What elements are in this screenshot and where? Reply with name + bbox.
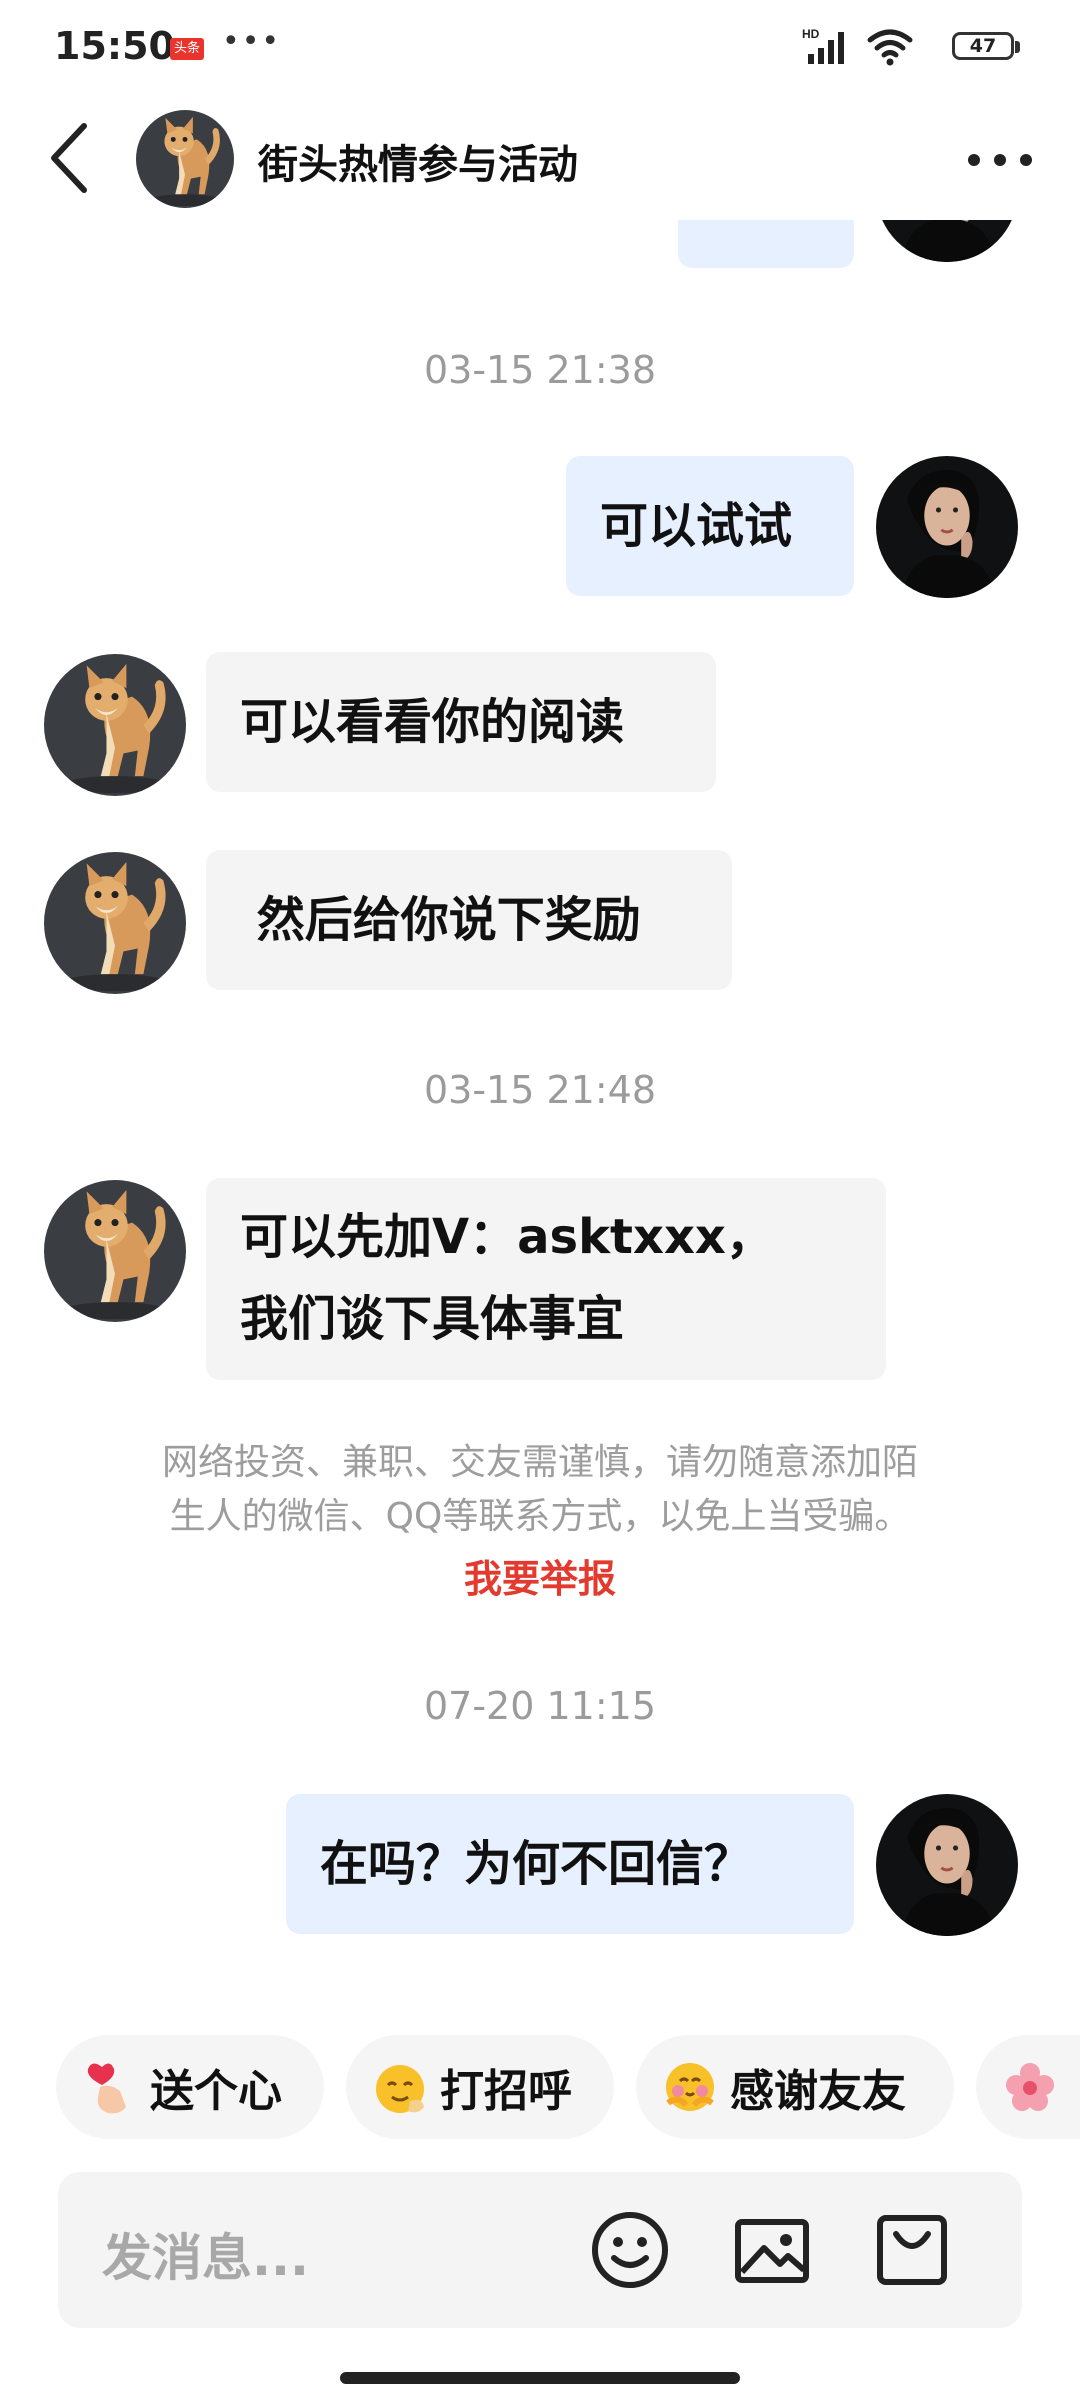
quick-reply-greet[interactable]: 打招呼: [346, 2035, 614, 2139]
battery-icon: 47: [952, 32, 1020, 60]
quick-reply-label: 感谢友友: [730, 2066, 906, 2117]
shop-bag-icon[interactable]: [870, 2208, 954, 2292]
more-notifications-icon: •••: [222, 24, 282, 59]
warning-line: 网络投资、兼职、交友需谨慎，请勿随意添加陌: [161, 1442, 918, 1483]
message-line: 可以先加V：asktxxx，: [240, 1209, 774, 1265]
timestamp: 03-15 21:38: [423, 348, 656, 392]
wave-emoji-icon: [376, 2065, 424, 2113]
more-options-icon[interactable]: [960, 130, 1040, 190]
signal-icon: HD: [802, 27, 844, 64]
message-line: 我们谈下具体事宜: [240, 1291, 625, 1347]
message-bubble-outgoing[interactable]: 可以试试: [566, 456, 854, 596]
chat-title[interactable]: 街头热情参与活动: [258, 132, 578, 190]
message-input[interactable]: 发消息...: [102, 2218, 309, 2290]
quick-reply-flower[interactable]: [976, 2035, 1080, 2139]
quick-reply-bar[interactable]: 送个心 打招呼 感谢友友: [0, 2035, 1080, 2145]
my-avatar[interactable]: [876, 220, 1018, 262]
contact-avatar[interactable]: [44, 654, 186, 796]
status-time: 15:50: [54, 24, 175, 68]
contact-avatar[interactable]: [44, 1180, 186, 1322]
toutiao-app-badge: 头条: [170, 38, 204, 60]
message-bubble-incoming[interactable]: 可以看看你的阅读: [206, 652, 716, 792]
report-link[interactable]: 我要举报: [0, 1548, 1080, 1603]
message-bubble-outgoing-partial[interactable]: [678, 220, 854, 268]
my-avatar[interactable]: [876, 1794, 1018, 1936]
emoji-icon[interactable]: [588, 2208, 672, 2292]
quick-reply-label: 送个心: [150, 2066, 282, 2117]
my-avatar[interactable]: [876, 456, 1018, 598]
timestamp: 07-20 11:15: [423, 1684, 656, 1728]
message-list[interactable]: 03-15 21:38 可以试试 可以看看你的阅读 然后给你说下奖励 03-15…: [0, 220, 1080, 1980]
message-bubble-outgoing[interactable]: 在吗？为何不回信？: [286, 1794, 854, 1934]
back-arrow-icon[interactable]: [40, 118, 100, 198]
message-composer: 发消息...: [58, 2172, 1022, 2328]
timestamp: 03-15 21:48: [423, 1068, 656, 1112]
flower-icon: [1006, 2063, 1054, 2111]
network-label: HD: [802, 27, 820, 41]
quick-reply-send-heart[interactable]: 送个心: [56, 2035, 324, 2139]
safety-warning: 网络投资、兼职、交友需谨慎，请勿随意添加陌 生人的微信、QQ等联系方式，以免上当…: [70, 1436, 1010, 1544]
warning-line: 生人的微信、QQ等联系方式，以免上当受骗。: [169, 1496, 911, 1537]
chat-header: 街头热情参与活动: [0, 100, 1080, 220]
status-bar: 15:50 头条 ••• HD 47: [0, 0, 1080, 100]
hug-emoji-icon: [666, 2063, 714, 2111]
wifi-icon: [867, 29, 913, 66]
image-icon[interactable]: [730, 2208, 814, 2292]
quick-reply-thanks[interactable]: 感谢友友: [636, 2035, 954, 2139]
home-indicator[interactable]: [340, 2372, 740, 2384]
message-bubble-incoming[interactable]: 然后给你说下奖励: [206, 850, 732, 990]
message-bubble-incoming[interactable]: 可以先加V：asktxxx， 我们谈下具体事宜: [206, 1178, 886, 1380]
quick-reply-label: 打招呼: [440, 2066, 572, 2117]
heart-gesture-icon: [87, 2063, 126, 2114]
contact-avatar[interactable]: [136, 110, 234, 208]
contact-avatar[interactable]: [44, 852, 186, 994]
